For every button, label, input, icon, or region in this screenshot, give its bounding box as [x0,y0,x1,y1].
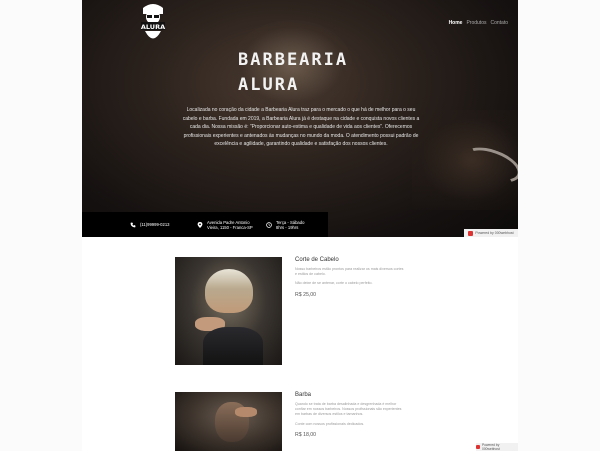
hosting-logo-icon [476,445,480,449]
hero-title-line1: BARBEARIA [238,50,349,70]
product-description-extra: Não deixe de se antenar, corte o cabelo … [295,281,373,286]
phone-icon [130,222,136,227]
info-bar: (11)99999-0213 Avenida Padre Antonio Vie… [82,212,328,237]
info-hours: Terça - Sábado 8hrs - 19hrs [266,220,304,230]
hours-line2: 8hrs - 19hrs [276,224,299,230]
product-price: R$ 18,00 [295,431,317,438]
hosting-badge-top[interactable]: Powered by 000webhost [464,229,518,237]
hosting-badge-text: Powered by 000webhost [475,231,514,235]
nav-produtos[interactable]: Produtos [466,20,486,26]
product-title: Corte de Cabelo [295,257,339,263]
nav-home[interactable]: Home [449,20,463,26]
hero-title: BARBEARIA ALURA [238,48,348,98]
address-text: Avenida Padre Antonio Vieira, 1150 - Fra… [207,220,253,230]
beard-hand-shape [235,407,257,417]
nav-contato[interactable]: Contato [490,20,508,26]
address-line2: Vieira, 1150 - Franca-SP [207,224,253,230]
product-image-corte [175,257,282,365]
haircut-head-shape [205,269,253,313]
product-info-corte: Corte de Cabelo Nosso barbeiros estão pr… [295,257,405,298]
alura-logo[interactable]: ALURA [139,2,167,46]
hero-title-line2: ALURA [238,75,300,95]
product-price: R$ 25,00 [295,291,317,298]
product-image-barba [175,392,282,451]
products-section: Corte de Cabelo Nosso barbeiros estão pr… [82,237,518,451]
page: ALURA Home Produtos Contato BARBEARIA AL… [0,0,600,451]
product-description: Quando se trata de barba desalinhada e d… [295,402,402,417]
product-title: Barba [295,392,312,398]
product-info-barba: Barba Quando se trata de barba desalinha… [295,392,405,438]
haircut-cape-shape [203,327,263,365]
info-phone: (11)99999-0213 [130,222,170,228]
hours-text: Terça - Sábado 8hrs - 19hrs [276,220,304,230]
product-card-barba: Barba Quando se trata de barba desalinha… [175,392,401,451]
hosting-logo-icon [468,230,474,236]
product-card-corte: Corte de Cabelo Nosso barbeiros estão pr… [175,257,403,365]
location-pin-icon [197,221,203,228]
hosting-badge-text: Powered by 000webhost [481,443,500,451]
phone-number: (11)99999-0213 [140,222,170,227]
hero-description: Localizada no coração da cidade a Barbea… [182,107,420,148]
logo-text: ALURA [141,23,165,31]
hosting-badge-bottom[interactable]: Powered by 000webhost [476,443,518,451]
info-address: Avenida Padre Antonio Vieira, 1150 - Fra… [197,220,253,230]
main-nav: Home Produtos Contato [449,20,508,26]
clock-icon [266,221,272,228]
product-description-extra: Conte com nossos profissionais dedicados… [295,421,365,426]
product-description: Nosso barbeiros estão prontos para reali… [295,267,404,277]
